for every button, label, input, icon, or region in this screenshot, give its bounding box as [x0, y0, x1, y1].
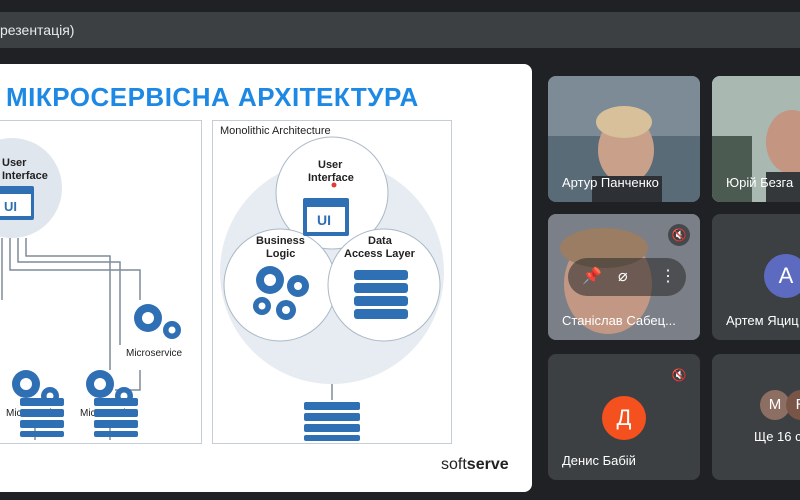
avatar: R [786, 390, 800, 420]
monolithic-diagram: Monolithic Architecture User Interface U… [220, 125, 444, 441]
more-options-icon[interactable]: ⋮ [660, 266, 676, 286]
slide-title: МІКРОСЕРВІСНА АРХІТЕКТУРА [6, 82, 419, 112]
ui-box-label: UI [4, 199, 17, 214]
mic-muted-icon: 🔇 [668, 224, 690, 246]
shared-slide: МІКРОСЕРВІСНА АРХІТЕКТУРА User Interface… [0, 64, 532, 492]
ui-label-line1: User [2, 157, 27, 169]
participant-name: Денис Бабій [562, 453, 636, 468]
participant-tile[interactable]: А Артем Яциц [712, 214, 800, 340]
mono-ui-label-line2: Interface [308, 172, 354, 184]
business-label-line2: Logic [266, 248, 295, 260]
participant-tile-active-speaker[interactable]: Юрій Безга [712, 76, 800, 202]
avatar: Д [602, 396, 646, 440]
participant-tile[interactable]: Артур Панченко [548, 76, 700, 202]
cursor-dot [331, 182, 337, 188]
participant-tile[interactable]: 🔇 Д Денис Бабій [548, 354, 700, 480]
participant-name: Артем Яциц [726, 313, 799, 328]
ui-label-line2: Interface [2, 170, 48, 182]
avatar: А [764, 254, 800, 298]
participant-name: Артур Панченко [562, 175, 659, 190]
monolithic-heading: Monolithic Architecture [220, 125, 331, 137]
data-label-line1: Data [368, 235, 393, 247]
data-label-line2: Access Layer [344, 248, 416, 260]
top-strip [0, 0, 800, 10]
mute-icon[interactable]: ⌀ [618, 266, 628, 286]
brand-serve: serve [466, 456, 509, 473]
presentation-title: резентація) [0, 22, 75, 38]
microservice-label-1: Microservice [126, 348, 183, 359]
more-participants-label: Ще 16 с [754, 429, 800, 444]
brand-soft: soft [441, 456, 467, 473]
tile-hover-controls: 📌 ⌀ ⋮ [568, 258, 686, 296]
business-label-line1: Business [256, 235, 305, 247]
participant-name: Станіслав Сабец... [562, 313, 676, 328]
mic-muted-icon: 🔇 [668, 364, 690, 386]
participant-tile[interactable]: 🔇 📌 ⌀ ⋮ Станіслав Сабец... [548, 214, 700, 340]
mono-ui-label-line1: User [318, 159, 343, 171]
mono-ui-box-label: UI [317, 212, 331, 228]
database-icon [94, 398, 138, 437]
gear-icon [134, 304, 181, 339]
brand-logo: softserve [441, 456, 509, 474]
pin-icon[interactable]: 📌 [582, 266, 602, 286]
participant-name: Юрій Безга [726, 175, 794, 190]
more-participants-tile[interactable]: М R Ще 16 с [712, 354, 800, 480]
database-icon [304, 402, 360, 441]
presentation-title-bar: резентація) [0, 12, 800, 48]
microservices-diagram: User Interface UI Microservice Microserv… [0, 138, 183, 440]
database-icon [20, 398, 64, 437]
